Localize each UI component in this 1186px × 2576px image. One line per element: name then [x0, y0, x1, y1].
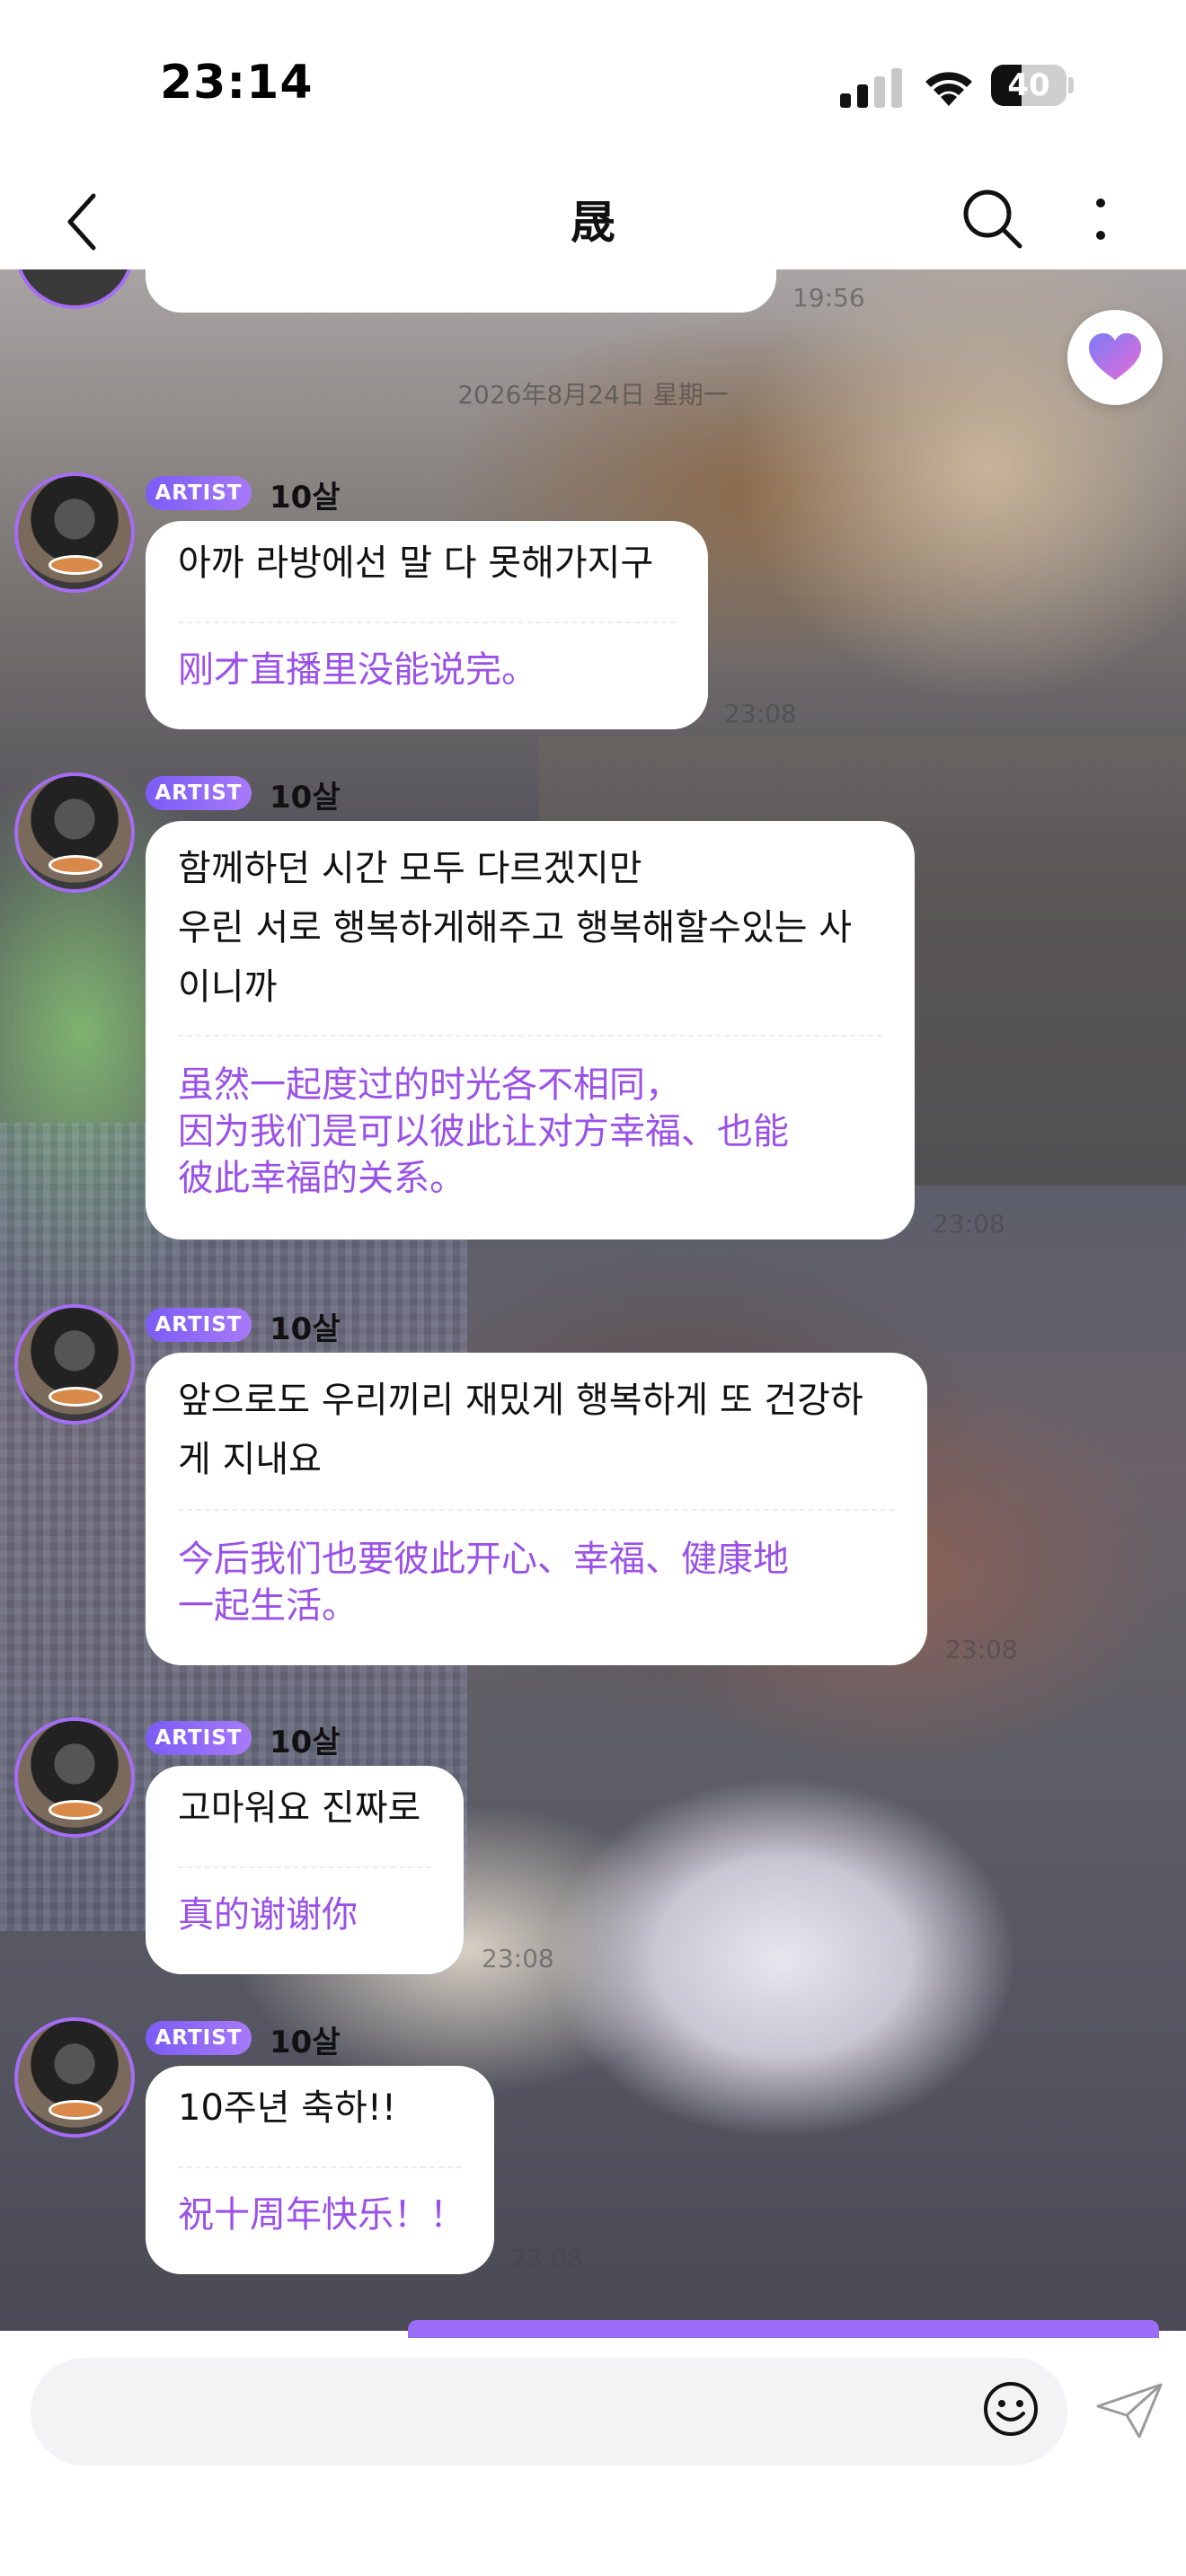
avatar[interactable]: [14, 772, 135, 893]
avatar[interactable]: [14, 269, 135, 309]
more-vertical-icon[interactable]: [1074, 183, 1128, 255]
message-text-ko: 함께하던 시간 모두 다르겠지만: [178, 848, 642, 889]
cellular-signal-icon: [840, 68, 902, 108]
chat-area[interactable]: 19:56 2026年8月24日 星期一 ARTIST 10살 아까 라방에선 …: [0, 269, 1186, 2331]
avatar[interactable]: [14, 1304, 135, 1425]
artist-badge: ARTIST: [146, 2021, 252, 2055]
artist-badge: ARTIST: [146, 476, 252, 510]
sender-name: 10살: [270, 480, 341, 516]
message-text-zh: 因为我们是可以彼此让对方幸福、也能: [178, 1111, 789, 1152]
message-text-ko: 앞으로도 우리끼리 재밌게 행복하게 또 건강하: [178, 1380, 863, 1421]
message-text-zh: 彼此幸福的关系。: [178, 1158, 465, 1199]
message-time: 19:56: [792, 283, 865, 313]
message-bubble[interactable]: 앞으로도 우리끼리 재밌게 행복하게 또 건강하 게 지내요 今后我们也要彼此开…: [146, 1353, 927, 1665]
message-text-zh: 祝十周年快乐！！: [178, 2194, 465, 2236]
wifi-icon: [925, 72, 972, 106]
message-bubble[interactable]: 함께하던 시간 모두 다르겠지만 우린 서로 행복하게해주고 행복해할수있는 사…: [146, 821, 915, 1239]
date-divider: 2026年8月24日 星期一: [457, 380, 729, 410]
message-time: 23:08: [510, 2244, 583, 2273]
message-time: 23:08: [945, 1635, 1018, 1664]
new-message-indicator[interactable]: [408, 2320, 1159, 2338]
message-text-zh: 真的谢谢你: [178, 1894, 358, 1936]
battery-icon: 40: [991, 65, 1074, 106]
sender-name: 10살: [270, 780, 341, 816]
message-text-zh: 今后我们也要彼此开心、幸福、健康地: [178, 1539, 789, 1580]
send-icon[interactable]: [1094, 2381, 1164, 2440]
message-time: 23:08: [724, 699, 797, 728]
message-time: 23:08: [482, 1944, 554, 1973]
message-bubble-partial: [146, 269, 776, 313]
artist-badge: ARTIST: [146, 776, 252, 810]
status-bar: 23:14 40: [0, 0, 1186, 171]
message-text-ko: 이니까: [178, 966, 278, 1008]
message-input[interactable]: [31, 2358, 1067, 2466]
message-bubble[interactable]: 고마워요 진짜로 真的谢谢你: [146, 1766, 464, 1974]
avatar[interactable]: [14, 1717, 135, 1838]
avatar[interactable]: [14, 2017, 135, 2138]
heart-icon[interactable]: [1067, 310, 1163, 405]
message-text-zh: 一起生活。: [178, 1585, 358, 1627]
artist-badge: ARTIST: [146, 1721, 252, 1755]
message-text-ko: 고마워요 진짜로: [178, 1787, 421, 1829]
message-text-ko: 게 지내요: [178, 1439, 322, 1480]
artist-badge: ARTIST: [146, 1308, 252, 1342]
message-bubble[interactable]: 10주년 축하!! 祝十周年快乐！！: [146, 2066, 494, 2274]
message-time: 23:08: [933, 1209, 1005, 1239]
avatar[interactable]: [14, 472, 135, 593]
search-icon[interactable]: [957, 183, 1029, 255]
battery-level: 40: [1007, 67, 1050, 103]
message-text-ko: 아까 라방에선 말 다 못해가지구: [178, 543, 654, 584]
message-bubble[interactable]: 아까 라방에선 말 다 못해가지구 刚才直播里没能说完。: [146, 521, 708, 729]
nav-bar: 晟: [0, 171, 1186, 270]
message-text-zh: 刚才直播里没能说完。: [178, 649, 537, 691]
message-text-ko: 우린 서로 행복하게해주고 행복해할수있는 사: [178, 907, 853, 948]
sender-name: 10살: [270, 2025, 341, 2060]
sender-name: 10살: [270, 1311, 341, 1347]
message-input-bar: [0, 2320, 1186, 2576]
sender-name: 10살: [270, 1725, 341, 1760]
message-text-ko: 10주년 축하!!: [178, 2087, 396, 2129]
status-time: 23:14: [160, 56, 314, 110]
smiley-icon[interactable]: [981, 2379, 1040, 2439]
message-text-zh: 虽然一起度过的时光各不相同，: [178, 1064, 681, 1106]
